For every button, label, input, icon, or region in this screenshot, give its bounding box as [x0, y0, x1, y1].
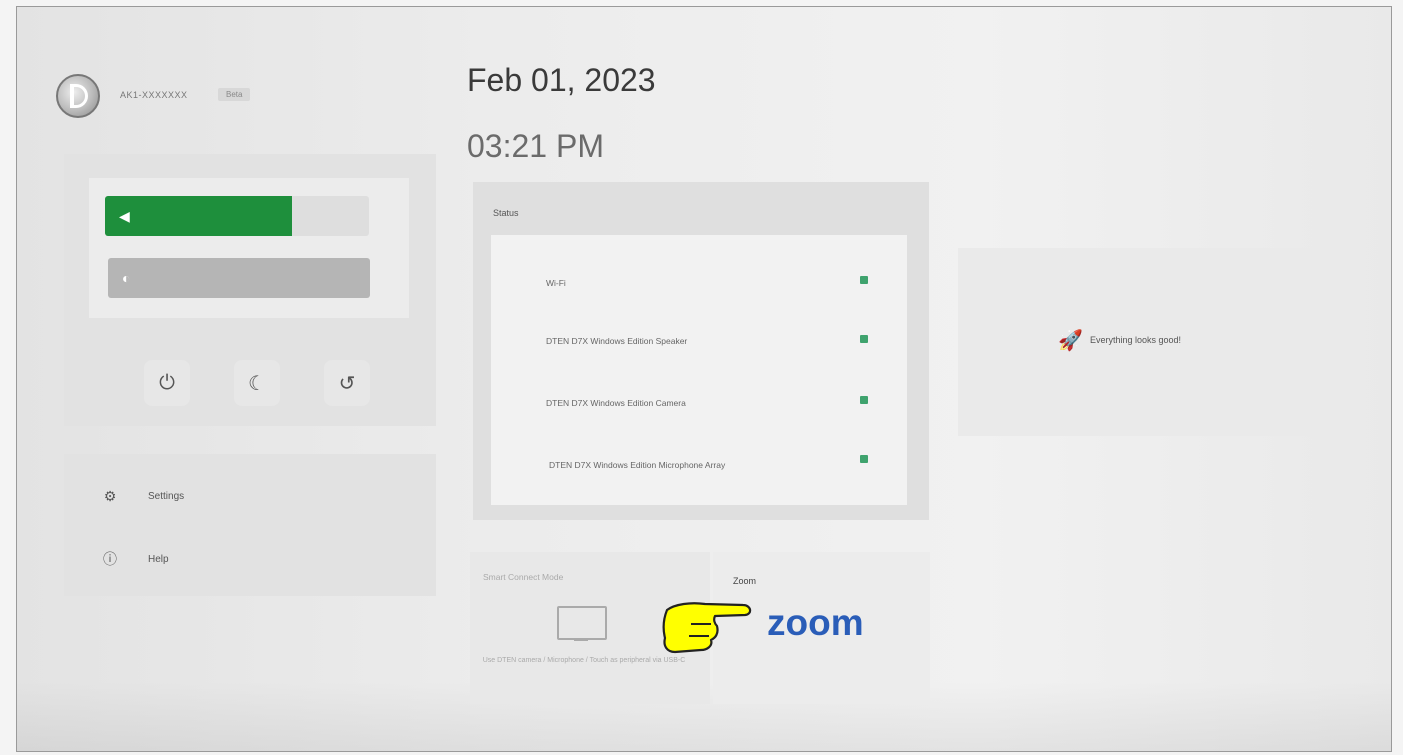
sleep-button[interactable]: ☾ — [234, 360, 280, 406]
restart-icon: ↺ — [338, 372, 356, 395]
status-ok-indicator — [860, 276, 868, 284]
device-name: AK1-XXXXXXX — [120, 90, 188, 100]
status-item-label: Wi-Fi — [546, 278, 566, 288]
power-icon: ⏻ — [159, 371, 175, 394]
monitor-stand — [574, 638, 588, 641]
smart-connect-title: Smart Connect Mode — [483, 572, 564, 582]
gear-icon: ⚙ — [103, 488, 117, 504]
help-item[interactable]: ⓘ Help — [100, 549, 169, 569]
help-label: Help — [148, 553, 169, 565]
status-title: Status — [493, 208, 519, 218]
zoom-logo: zoom — [767, 602, 864, 643]
settings-label: Settings — [148, 491, 185, 502]
dten-logo — [56, 74, 100, 118]
status-item-label: DTEN D7X Windows Edition Camera — [546, 398, 686, 408]
power-button[interactable]: ⏻ — [144, 360, 190, 406]
device-tag: Beta — [218, 88, 251, 101]
restart-button[interactable]: ↺ — [324, 360, 370, 406]
health-message: Everything looks good! — [1090, 335, 1182, 345]
zoom-title: Zoom — [733, 576, 757, 586]
volume-slider[interactable]: ◀ — [105, 196, 369, 236]
status-ok-indicator — [860, 335, 868, 343]
status-ok-indicator — [860, 455, 868, 463]
pointing-hand-icon — [645, 594, 757, 665]
moon-icon: ☾ — [248, 372, 266, 395]
settings-item[interactable]: ⚙ Settings — [100, 488, 184, 505]
volume-fill — [105, 196, 293, 236]
speaker-icon: ◀ — [119, 208, 130, 224]
status-item-label: DTEN D7X Windows Edition Speaker — [546, 336, 688, 346]
time-display: 03:21 PM — [467, 128, 604, 164]
brightness-icon: ◐ — [122, 270, 131, 286]
info-icon: ⓘ — [103, 551, 117, 567]
rocket-icon: 🚀 — [1058, 330, 1083, 352]
date-display: Feb 01, 2023 — [467, 62, 656, 98]
status-ok-indicator — [860, 396, 868, 404]
monitor-icon — [557, 606, 607, 640]
status-item-label: DTEN D7X Windows Edition Microphone Arra… — [549, 460, 726, 470]
brightness-slider[interactable]: ◐ — [108, 258, 370, 298]
menu-panel — [64, 454, 436, 596]
